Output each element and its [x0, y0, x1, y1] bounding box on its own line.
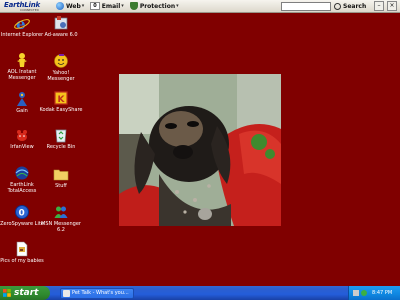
irfanview-icon	[14, 127, 30, 143]
desktop-icon-internet-explorer[interactable]: e Internet Explorer	[0, 15, 44, 38]
zerospyware-icon: 0	[14, 204, 30, 220]
shield-icon	[129, 2, 138, 10]
desktop-icon-label: Pics of my babies	[0, 258, 44, 264]
search-button[interactable]: Search	[334, 1, 366, 12]
internet-explorer-icon: e	[14, 15, 30, 33]
desktop-icon-label: Ad-aware 6.0	[44, 32, 78, 38]
wallpaper-photo	[119, 74, 281, 226]
network-icon[interactable]	[353, 290, 359, 296]
desktop-icon-recycle-bin[interactable]: Recycle Bin	[39, 127, 83, 150]
taskbar-button-label: Pet Talk - What's you...	[72, 290, 129, 296]
desktop-icon-stuff[interactable]: Stuff	[39, 166, 83, 189]
desktop-icon-label: MSN Messenger 6.2	[41, 221, 81, 233]
chevron-down-icon: ▾	[176, 3, 179, 9]
windows-logo-icon	[3, 289, 11, 297]
dog-photo-image	[119, 74, 281, 226]
svg-text:K: K	[58, 95, 66, 105]
desktop-icon-zerospyware-lite[interactable]: 0 ZeroSpyware Lite	[0, 204, 44, 227]
search-input[interactable]	[281, 2, 331, 11]
browser-window-icon	[63, 290, 70, 297]
email-count: 0	[90, 2, 100, 10]
web-label: Web	[66, 2, 81, 10]
desktop-icon-pics-of-my-babies[interactable]: Pics of my babies	[0, 241, 44, 264]
adaware-icon	[53, 15, 69, 31]
earthlink-logo[interactable]: EarthLink CONNECTED	[2, 1, 50, 12]
recycle-bin-icon	[53, 127, 69, 143]
email-label: Email	[101, 2, 121, 10]
folder-icon	[53, 166, 69, 182]
start-label: start	[14, 288, 39, 298]
desktop-icon-label: Recycle Bin	[46, 144, 76, 150]
web-button[interactable]: Web ▾	[56, 1, 84, 12]
earthlink-toolbar: EarthLink CONNECTED Web ▾ 0 Email ▾ Prot…	[0, 0, 400, 13]
close-button[interactable]: ×	[387, 1, 397, 11]
clock[interactable]: 8:47 PM	[372, 286, 392, 300]
aol-messenger-icon	[14, 52, 30, 68]
messenger-tray-icon[interactable]	[361, 290, 367, 296]
protection-label: Protection	[139, 2, 176, 10]
minimize-button[interactable]: –	[374, 1, 384, 11]
desktop-icon-aol-instant-messenger[interactable]: AOL Instant Messenger	[0, 52, 44, 81]
desktop-icon-ad-aware[interactable]: Ad-aware 6.0	[39, 15, 83, 38]
desktop-icon-label: Stuff	[55, 183, 67, 189]
desktop-icon-yahoo-messenger[interactable]: Yahoo! Messenger	[39, 53, 83, 82]
desktop-icon-msn-messenger[interactable]: MSN Messenger 6.2	[39, 204, 83, 233]
desktop-icon-earthlink-totalaccess[interactable]: EarthLink TotalAccess	[0, 165, 44, 194]
desktop-icon-kodak-easyshare[interactable]: K Kodak EasyShare	[39, 90, 83, 113]
search-label: Search	[343, 3, 367, 10]
desktop-icon-label: Internet Explorer	[0, 32, 44, 38]
desktop-icon-label: Yahoo! Messenger	[47, 70, 75, 82]
kodak-icon: K	[53, 90, 69, 106]
desktop-icon-label: AOL Instant Messenger	[7, 69, 37, 81]
earthlink-brand-sub: CONNECTED	[20, 7, 39, 12]
gain-icon	[14, 91, 30, 107]
yahoo-messenger-icon	[53, 53, 69, 69]
earthlink-icon	[14, 165, 30, 181]
taskbar: start Pet Talk - What's you... 8:47 PM	[0, 286, 400, 300]
desktop-icon-label: EarthLink TotalAccess	[7, 182, 37, 194]
desktop-icon-irfanview[interactable]: IrfanView	[0, 127, 44, 150]
svg-text:0: 0	[19, 209, 25, 219]
desktop-icon-label: Kodak EasyShare	[39, 107, 83, 113]
start-button[interactable]: start	[0, 286, 50, 300]
protection-button[interactable]: Protection ▾	[129, 1, 179, 12]
globe-icon	[56, 2, 64, 10]
chevron-down-icon: ▾	[81, 3, 85, 9]
desktop-icon-label: ZeroSpyware Lite	[0, 221, 44, 227]
email-button[interactable]: 0 Email ▾	[90, 1, 124, 12]
chevron-down-icon: ▾	[121, 3, 124, 9]
search-icon	[334, 3, 341, 10]
desktop-icon-label: IrfanView	[10, 144, 34, 150]
msn-messenger-icon	[53, 204, 69, 220]
desktop-icon-gain[interactable]: Gain	[0, 91, 44, 114]
desktop-icon-label: Gain	[16, 108, 28, 114]
document-icon	[14, 241, 30, 257]
taskbar-button-pet-talk[interactable]: Pet Talk - What's you...	[60, 288, 134, 299]
